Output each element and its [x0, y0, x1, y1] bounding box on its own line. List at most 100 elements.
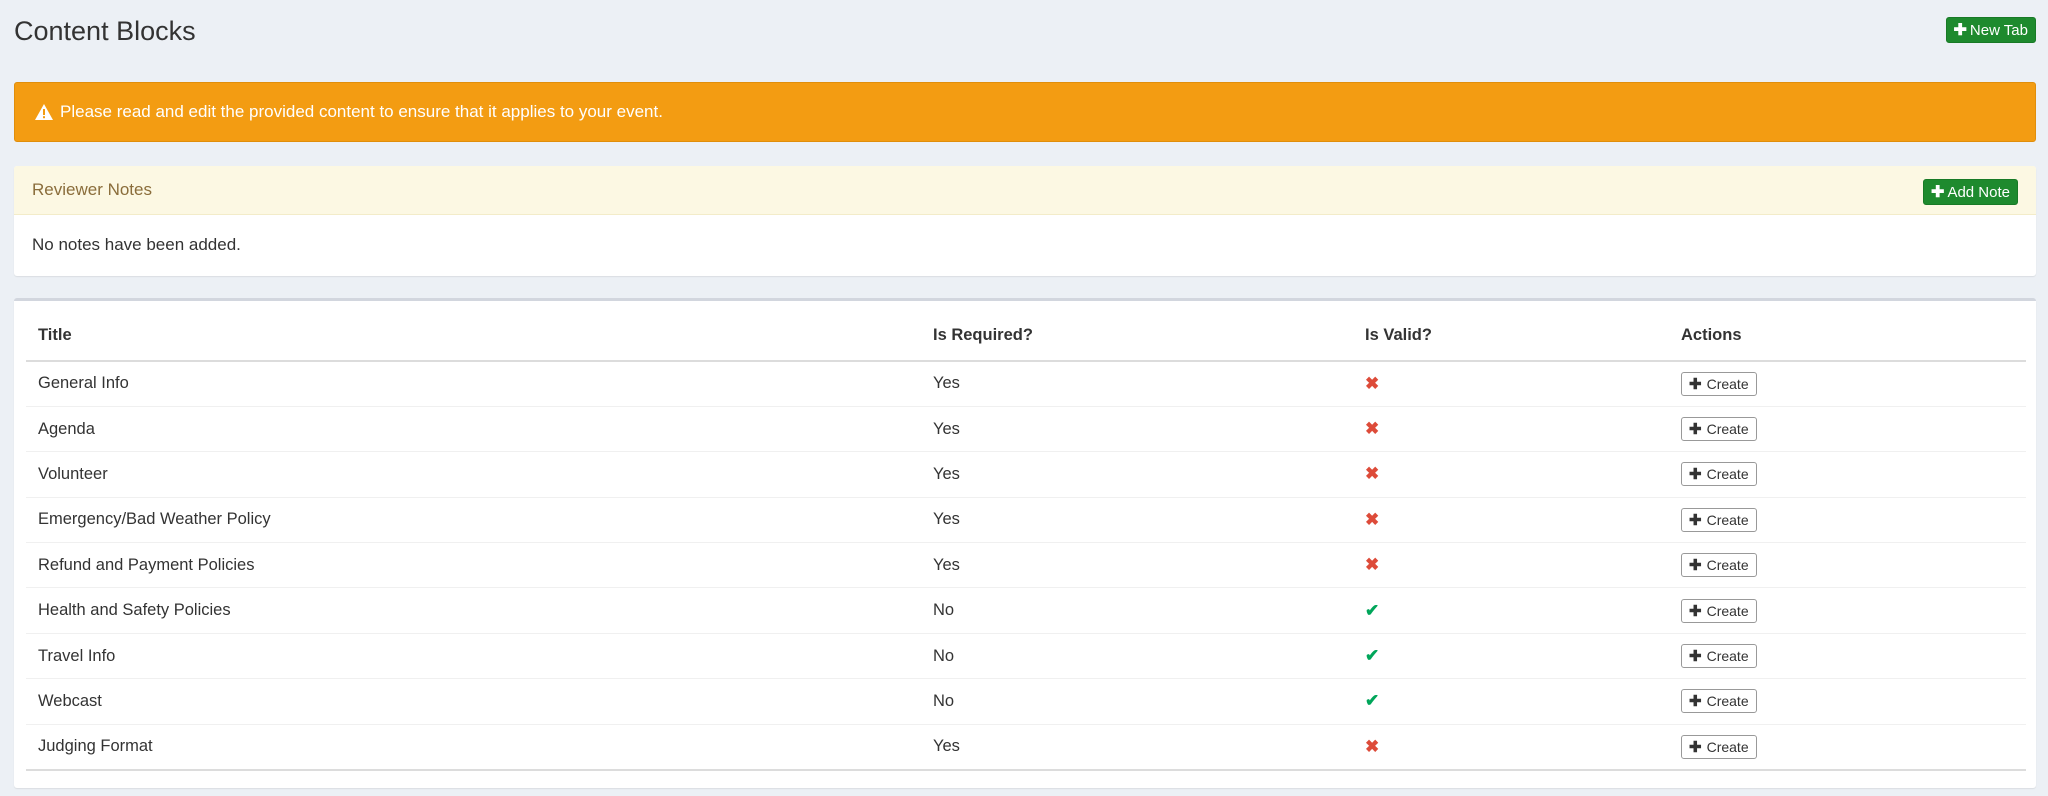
x-icon: ✖ [1365, 555, 1380, 575]
row-title: Health and Safety Policies [26, 587, 921, 634]
row-valid: ✔ [1353, 632, 1669, 679]
x-icon: ✖ [1365, 373, 1380, 393]
table-row: General Info Yes ✖ ✚ Create [26, 360, 2026, 407]
create-button[interactable]: ✚ Create [1681, 689, 1757, 714]
row-actions: ✚ Create [1669, 405, 2026, 452]
table-row: Judging Format Yes ✖ ✚ Create [26, 723, 2026, 771]
row-title: Webcast [26, 678, 921, 725]
row-actions: ✚ Create [1669, 542, 2026, 588]
row-title: Agenda [26, 405, 921, 452]
plus-icon: ✚ [1689, 602, 1702, 620]
table-row: Emergency/Bad Weather Policy Yes ✖ ✚ Create [26, 496, 2026, 543]
column-header-required: Is Required? [921, 311, 1353, 362]
row-actions: ✚ Create [1669, 496, 2026, 543]
warning-icon [35, 104, 53, 120]
table-row: Agenda Yes ✖ ✚ Create [26, 405, 2026, 452]
row-valid: ✖ [1353, 496, 1669, 543]
table-row: Refund and Payment Policies Yes ✖ ✚ Create [26, 542, 2026, 588]
row-title: General Info [26, 360, 921, 407]
reviewer-notes-title: Reviewer Notes [32, 180, 152, 199]
check-icon: ✔ [1365, 646, 1380, 666]
create-button[interactable]: ✚ Create [1681, 644, 1757, 669]
column-header-actions: Actions [1669, 311, 2026, 362]
row-title: Judging Format [26, 723, 921, 771]
x-icon: ✖ [1365, 419, 1380, 439]
column-header-title: Title [26, 311, 921, 362]
add-note-label: Add Note [1947, 183, 2010, 201]
create-button[interactable]: ✚ Create [1681, 553, 1757, 578]
row-valid: ✔ [1353, 678, 1669, 725]
row-required: Yes [921, 496, 1353, 543]
row-valid: ✖ [1353, 405, 1669, 452]
table-row: Volunteer Yes ✖ ✚ Create [26, 451, 2026, 498]
plus-icon: ✚ [1689, 648, 1702, 666]
row-required: No [921, 587, 1353, 634]
plus-icon: ✚ [1953, 22, 1967, 39]
x-icon: ✖ [1365, 509, 1380, 529]
create-label: Create [1706, 738, 1749, 755]
page-title: Content Blocks [14, 16, 196, 46]
row-required: Yes [921, 405, 1353, 452]
create-button[interactable]: ✚ Create [1681, 507, 1757, 532]
content-blocks-table: Title Is Required? Is Valid? Actions Gen… [26, 311, 2026, 771]
row-actions: ✚ Create [1669, 587, 2026, 634]
create-label: Create [1706, 557, 1749, 574]
page-header: Content Blocks ✚ New Tab [14, 14, 2036, 54]
plus-icon: ✚ [1689, 511, 1702, 529]
reviewer-notes-panel: Reviewer Notes ✚ Add Note No notes have … [14, 166, 2036, 276]
row-actions: ✚ Create [1669, 678, 2026, 725]
alert-message: Please read and edit the provided conten… [60, 102, 663, 121]
table-row: Travel Info No ✔ ✚ Create [26, 632, 2026, 679]
new-tab-button[interactable]: ✚ New Tab [1945, 17, 2036, 43]
row-title: Volunteer [26, 451, 921, 498]
row-required: Yes [921, 723, 1353, 771]
create-label: Create [1706, 375, 1749, 392]
create-button[interactable]: ✚ Create [1681, 417, 1757, 442]
plus-icon: ✚ [1689, 738, 1702, 756]
create-button[interactable]: ✚ Create [1681, 462, 1757, 487]
row-valid: ✔ [1353, 587, 1669, 634]
row-required: Yes [921, 451, 1353, 498]
new-tab-label: New Tab [1969, 21, 2028, 39]
row-required: No [921, 632, 1353, 679]
check-icon: ✔ [1365, 600, 1380, 620]
row-actions: ✚ Create [1669, 632, 2026, 679]
plus-icon: ✚ [1689, 466, 1702, 484]
row-title: Emergency/Bad Weather Policy [26, 496, 921, 543]
table-row: Health and Safety Policies No ✔ ✚ Create [26, 587, 2026, 634]
create-button[interactable]: ✚ Create [1681, 734, 1757, 759]
row-required: Yes [921, 360, 1353, 407]
reviewer-notes-header: Reviewer Notes ✚ Add Note [14, 166, 2036, 215]
create-button[interactable]: ✚ Create [1681, 371, 1757, 396]
row-title: Travel Info [26, 632, 921, 679]
table-row: Webcast No ✔ ✚ Create [26, 678, 2026, 725]
plus-icon: ✚ [1689, 693, 1702, 711]
row-required: Yes [921, 542, 1353, 588]
plus-icon: ✚ [1689, 421, 1702, 439]
row-title: Refund and Payment Policies [26, 542, 921, 588]
row-actions: ✚ Create [1669, 723, 2026, 771]
row-actions: ✚ Create [1669, 451, 2026, 498]
table-header-row: Title Is Required? Is Valid? Actions [26, 311, 2026, 362]
create-label: Create [1706, 466, 1749, 483]
create-button[interactable]: ✚ Create [1681, 598, 1757, 623]
row-valid: ✖ [1353, 451, 1669, 498]
create-label: Create [1706, 602, 1749, 619]
create-label: Create [1706, 648, 1749, 665]
content-blocks-panel: Title Is Required? Is Valid? Actions Gen… [14, 298, 2036, 788]
notes-empty-message: No notes have been added. [32, 235, 241, 254]
check-icon: ✔ [1365, 691, 1380, 711]
column-header-valid: Is Valid? [1353, 311, 1669, 362]
create-label: Create [1706, 421, 1749, 438]
plus-icon: ✚ [1931, 184, 1945, 201]
add-note-button[interactable]: ✚ Add Note [1923, 179, 2018, 205]
row-valid: ✖ [1353, 542, 1669, 588]
create-label: Create [1706, 693, 1749, 710]
row-valid: ✖ [1353, 360, 1669, 407]
x-icon: ✖ [1365, 464, 1380, 484]
row-valid: ✖ [1353, 723, 1669, 771]
plus-icon: ✚ [1689, 375, 1702, 393]
row-actions: ✚ Create [1669, 360, 2026, 407]
row-required: No [921, 678, 1353, 725]
x-icon: ✖ [1365, 736, 1380, 756]
